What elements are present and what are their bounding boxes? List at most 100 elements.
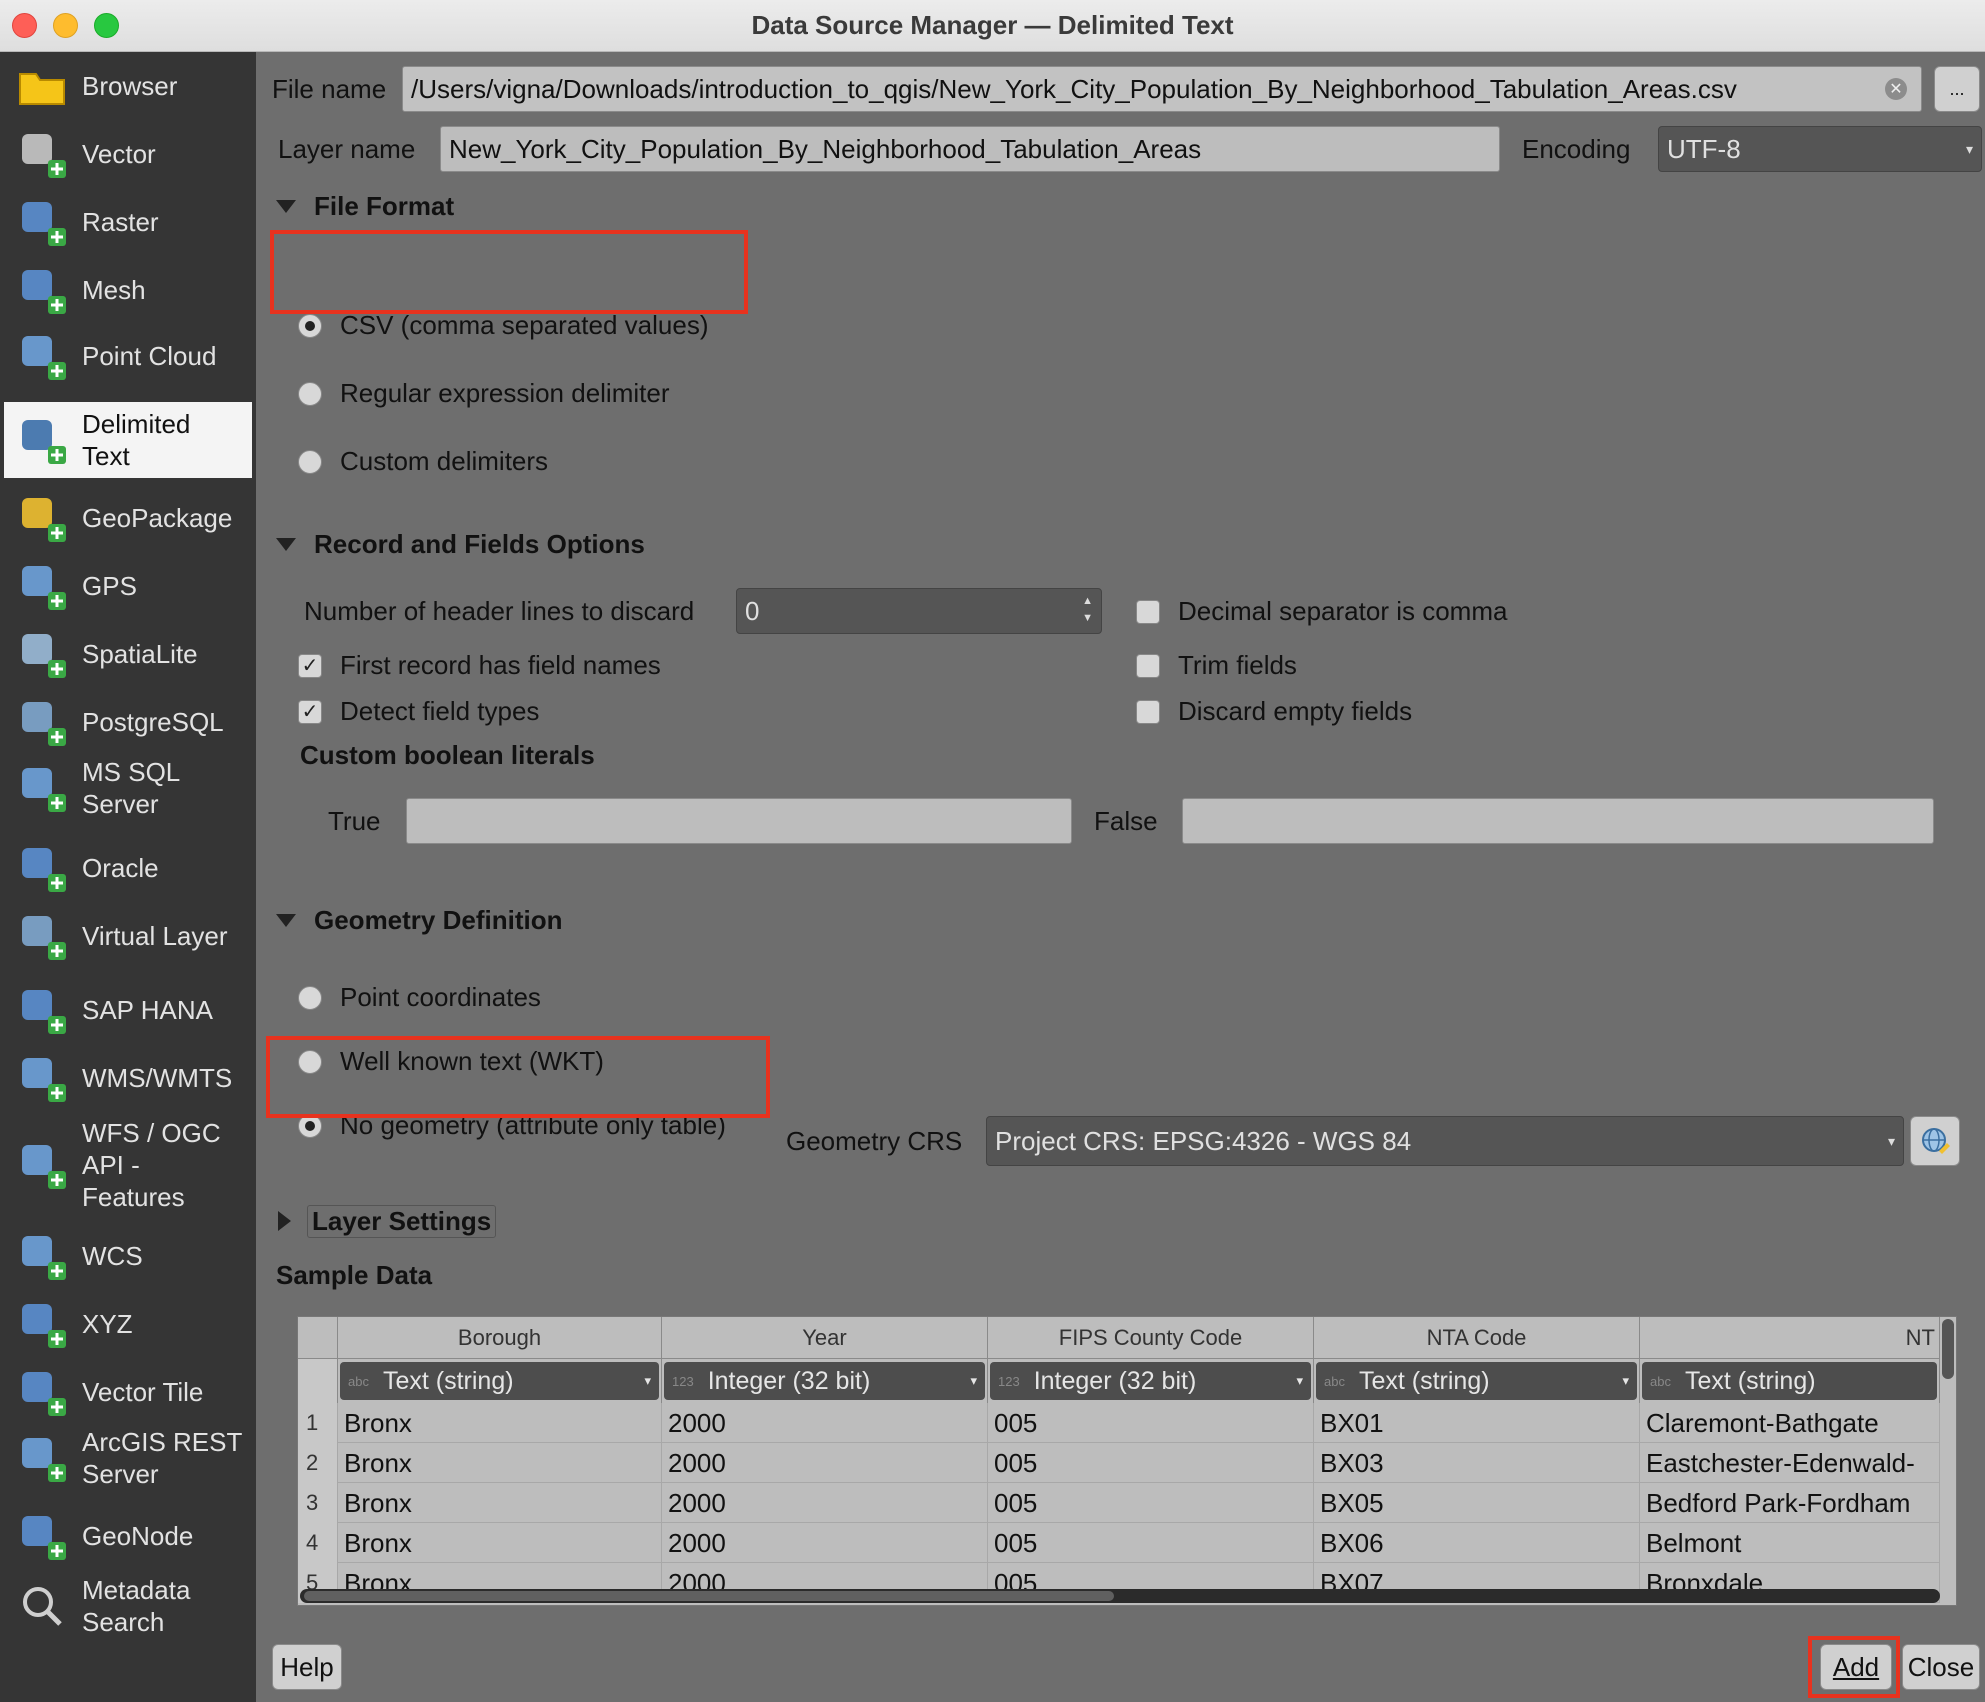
geometry-section[interactable]: Geometry Definition [276, 904, 562, 936]
false-literal-input[interactable] [1182, 798, 1934, 844]
sidebar-item-point-cloud[interactable]: Point Cloud [4, 328, 252, 384]
geometry-crs-label: Geometry CRS [786, 1126, 963, 1156]
minimize-window-button[interactable] [53, 13, 78, 38]
true-literal-input[interactable] [406, 798, 1072, 844]
sidebar-item-wfs-ogc-api-features[interactable]: WFS / OGC API - Features [4, 1110, 252, 1220]
sidebar-item-delimited-text[interactable]: Delimited Text [4, 402, 252, 478]
sidebar-item-wcs[interactable]: WCS [4, 1228, 252, 1284]
record-options-section[interactable]: Record and Fields Options [276, 528, 645, 560]
csv-radio[interactable]: CSV (comma separated values) [298, 310, 708, 341]
encoding-value: UTF-8 [1667, 133, 1741, 164]
header-lines-spinbox[interactable]: 0 ▲ ▼ [736, 588, 1102, 634]
field-type-select[interactable]: 123 Integer (32 bit) ▾ [990, 1362, 1311, 1400]
sidebar-item-label: Virtual Layer [82, 921, 228, 951]
sidebar-item-metadata-search[interactable]: Metadata Search [4, 1568, 252, 1644]
layer-settings-section[interactable]: Layer Settings [278, 1204, 497, 1238]
trim-fields-checkbox[interactable]: Trim fields [1136, 650, 1297, 681]
sap-hana-icon [14, 982, 70, 1038]
sidebar-item-ms-sql-server[interactable]: MS SQL Server [4, 750, 252, 826]
table-row[interactable]: 1 Bronx 2000 005 BX01 Claremont-Bathgate [298, 1403, 1940, 1443]
first-record-checkbox[interactable]: ✓ First record has field names [298, 650, 661, 681]
column-header[interactable]: FIPS County Code [988, 1317, 1314, 1359]
sidebar-item-mesh[interactable]: Mesh [4, 262, 252, 318]
sidebar-item-browser[interactable]: Browser [4, 58, 252, 114]
point-cloud-icon [14, 328, 70, 384]
column-header[interactable]: Year [662, 1317, 988, 1359]
sidebar-item-arcgis-rest-server[interactable]: ArcGIS REST Server [4, 1420, 252, 1496]
table-cell: 005 [988, 1403, 1314, 1443]
type-tag: 123 [998, 1373, 1020, 1389]
column-header[interactable]: NT [1640, 1317, 1940, 1359]
mesh-icon [14, 262, 70, 318]
column-header[interactable]: Borough [338, 1317, 662, 1359]
sample-data-table[interactable]: Borough Year FIPS County Code NTA Code NT ab… [297, 1316, 1957, 1606]
scrollbar-thumb[interactable] [304, 1591, 1114, 1601]
zoom-window-button[interactable] [94, 13, 119, 38]
sidebar-item-raster[interactable]: Raster [4, 194, 252, 250]
discard-empty-checkbox[interactable]: Discard empty fields [1136, 696, 1412, 727]
table-row[interactable]: 2 Bronx 2000 005 BX03 Eastchester-Edenwald- [298, 1443, 1940, 1483]
geometry-title: Geometry Definition [314, 904, 563, 935]
field-type-label: Text (string) [1684, 1366, 1816, 1395]
spinner-arrows-icon[interactable]: ▲ ▼ [1082, 593, 1093, 627]
detect-types-label: Detect field types [340, 696, 540, 726]
sidebar-item-gps[interactable]: GPS [4, 558, 252, 614]
table-header: Borough Year FIPS County Code NTA Code NT [298, 1317, 1940, 1359]
table-row[interactable]: 4 Bronx 2000 005 BX06 Belmont [298, 1523, 1940, 1563]
field-type-select[interactable]: abc Text (string) [1642, 1362, 1937, 1400]
geometry-crs-select[interactable]: Project CRS: EPSG:4326 - WGS 84 ▾ [986, 1116, 1904, 1166]
trim-fields-label: Trim fields [1178, 650, 1297, 680]
regex-radio[interactable]: Regular expression delimiter [298, 378, 669, 409]
detect-types-checkbox[interactable]: ✓ Detect field types [298, 696, 539, 727]
sidebar-item-oracle[interactable]: Oracle [4, 840, 252, 896]
point-coordinates-radio[interactable]: Point coordinates [298, 982, 541, 1013]
layer-name-input[interactable]: New_York_City_Population_By_Neighborhood… [440, 126, 1500, 172]
file-format-title: File Format [314, 190, 455, 221]
file-format-section[interactable]: File Format [276, 190, 454, 222]
sidebar-item-wms-wmts[interactable]: WMS/WMTS [4, 1050, 252, 1106]
vertical-scrollbar[interactable] [1942, 1319, 1954, 1379]
sidebar-item-label: Browser [82, 71, 178, 101]
browse-button[interactable]: ... [1934, 66, 1980, 112]
header-lines-label: Number of header lines to discard [304, 596, 695, 626]
file-name-input[interactable]: /Users/vigna/Downloads/introduction_to_q… [402, 66, 1922, 112]
crs-selector-button[interactable] [1910, 1116, 1960, 1166]
sidebar-item-sap-hana[interactable]: SAP HANA [4, 982, 252, 1038]
encoding-select[interactable]: UTF-8 ▾ [1658, 126, 1982, 172]
decimal-comma-label: Decimal separator is comma [1178, 596, 1508, 626]
help-button[interactable]: Help [272, 1644, 342, 1690]
field-type-select[interactable]: 123 Integer (32 bit) ▾ [664, 1362, 985, 1400]
sidebar-item-label: Delimited Text [82, 409, 191, 471]
table-cell: Bronx [338, 1523, 662, 1563]
close-window-button[interactable] [12, 13, 37, 38]
sidebar-item-postgresql[interactable]: PostgreSQL [4, 694, 252, 750]
raster-icon [14, 194, 70, 250]
field-type-select[interactable]: abc Text (string) ▾ [340, 1362, 659, 1400]
row-number: 2 [298, 1443, 338, 1483]
custom-delimiters-radio[interactable]: Custom delimiters [298, 446, 548, 477]
sidebar-item-geopackage[interactable]: GeoPackage [4, 490, 252, 546]
custom-delimiters-label: Custom delimiters [340, 446, 549, 476]
sidebar-item-geonode[interactable]: GeoNode [4, 1508, 252, 1564]
true-label: True [328, 806, 381, 836]
field-type-label: Text (string) [1358, 1366, 1490, 1395]
decimal-comma-checkbox[interactable]: Decimal separator is comma [1136, 596, 1507, 627]
sidebar: Browser Vector Raster Mesh Point Cloud Delimi… [0, 52, 256, 1702]
horizontal-scrollbar[interactable] [300, 1589, 1940, 1603]
sidebar-item-label: ArcGIS REST Server [82, 1427, 243, 1489]
close-button[interactable]: Close [1902, 1644, 1980, 1690]
clear-icon[interactable]: ✕ [1885, 78, 1907, 100]
sidebar-item-xyz[interactable]: XYZ [4, 1296, 252, 1352]
column-header[interactable]: NTA Code [1314, 1317, 1640, 1359]
table-cell: Claremont-Bathgate [1640, 1403, 1940, 1443]
title-bar: Data Source Manager — Delimited Text [0, 0, 1985, 52]
sidebar-item-vector[interactable]: Vector [4, 126, 252, 182]
field-type-cell: 123 Integer (32 bit) ▾ [988, 1359, 1314, 1403]
sidebar-item-vector-tile[interactable]: Vector Tile [4, 1364, 252, 1420]
field-type-select[interactable]: abc Text (string) ▾ [1316, 1362, 1637, 1400]
sidebar-item-virtual-layer[interactable]: Virtual Layer [4, 908, 252, 964]
wms-icon [14, 1050, 70, 1106]
table-row[interactable]: 3 Bronx 2000 005 BX05 Bedford Park-Fordham [298, 1483, 1940, 1523]
table-cell: BX01 [1314, 1403, 1640, 1443]
sidebar-item-spatialite[interactable]: SpatiaLite [4, 626, 252, 682]
